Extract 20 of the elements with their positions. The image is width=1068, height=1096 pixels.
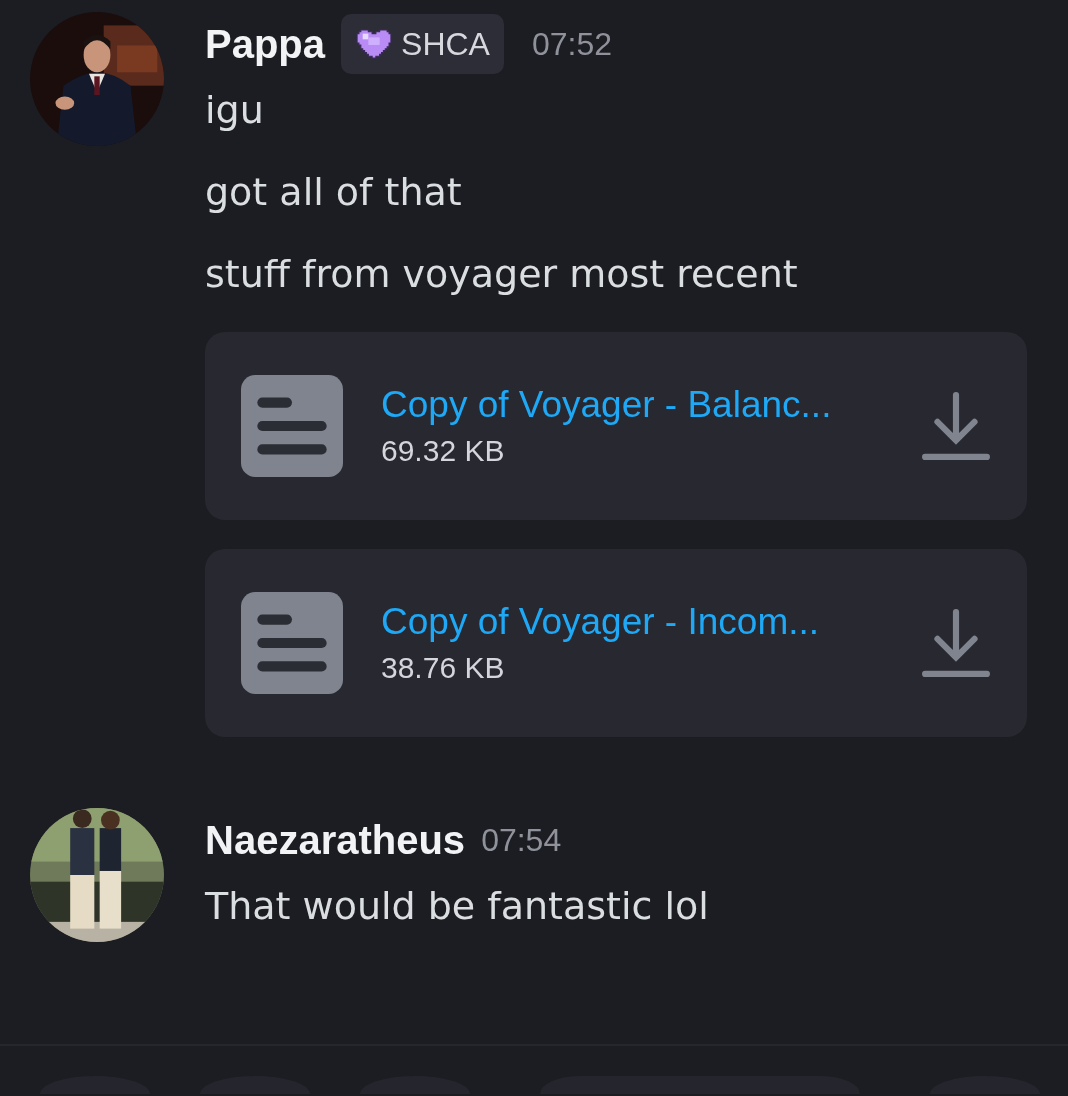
username: Pappa [205, 21, 326, 67]
document-icon [241, 375, 343, 477]
file-name[interactable]: Copy of Voyager - Incom... [381, 601, 921, 643]
file-attachment[interactable]: Copy of Voyager - Balanc... 69.32 KB [205, 332, 1027, 520]
download-icon[interactable] [921, 608, 991, 678]
role-badge: SHCA [341, 14, 504, 74]
download-icon[interactable] [921, 391, 991, 461]
message-text: That would be fantastic lol [205, 883, 710, 930]
file-attachment[interactable]: Copy of Voyager - Incom... 38.76 KB [205, 549, 1027, 737]
file-size: 69.32 KB [381, 434, 506, 468]
file-size: 38.76 KB [381, 651, 506, 685]
message-text: igu [205, 87, 265, 134]
message-text: got all of that [205, 169, 463, 216]
heart-icon [355, 28, 394, 60]
timestamp: 07:54 [481, 821, 562, 859]
document-icon [241, 592, 343, 694]
username: Naezaratheus [205, 817, 466, 863]
message-text: stuff from voyager most recent [205, 251, 799, 298]
timestamp: 07:52 [531, 25, 613, 63]
file-name[interactable]: Copy of Voyager - Balanc... [381, 384, 921, 426]
